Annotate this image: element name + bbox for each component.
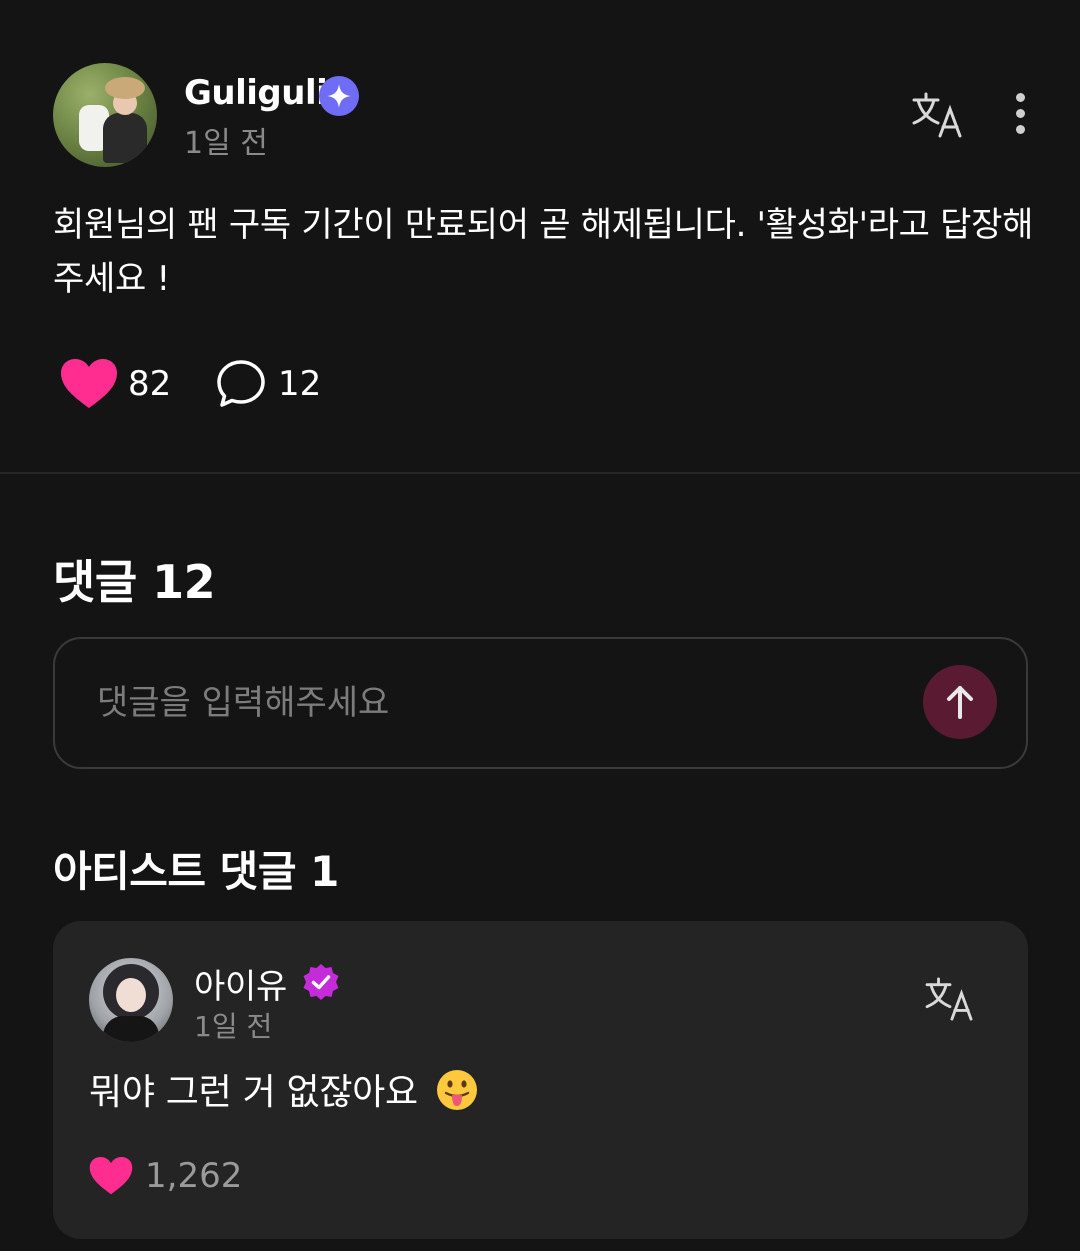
artist-verified-icon — [301, 962, 341, 1002]
heart-icon — [89, 1157, 133, 1195]
heart-icon — [61, 359, 117, 408]
artist-comment-time: 1일 전 — [194, 1010, 273, 1043]
translate-icon[interactable] — [925, 977, 975, 1021]
artist-avatar[interactable] — [89, 958, 173, 1042]
comments-title: 댓글 12 — [53, 555, 216, 609]
artist-comment-card: 아이유 1일 전 뭐야 그런 거 없잖아요 1,262 — [53, 921, 1028, 1239]
like-count: 82 — [128, 364, 172, 404]
artist-comment-body: 뭐야 그런 거 없잖아요 — [89, 1072, 418, 1113]
artist-like-count: 1,262 — [145, 1156, 243, 1196]
send-button[interactable] — [923, 665, 997, 739]
comment-count: 12 — [278, 364, 322, 404]
more-options-icon[interactable] — [1006, 93, 1034, 137]
tongue-out-emoji-icon — [435, 1068, 479, 1112]
comment-input-box[interactable] — [53, 637, 1028, 769]
arrow-up-icon — [947, 686, 973, 719]
artist-like-button[interactable]: 1,262 — [89, 1151, 242, 1201]
artist-name[interactable]: 아이유 — [194, 959, 287, 1008]
section-divider — [0, 472, 1080, 474]
speech-bubble-icon — [217, 360, 265, 407]
like-button[interactable]: 82 — [60, 356, 171, 412]
artist-comments-title: 아티스트 댓글 1 — [53, 847, 339, 896]
comment-input[interactable] — [97, 673, 897, 733]
translate-icon[interactable] — [912, 92, 964, 138]
post-text: 회원님의 팬 구독 기간이 만료되어 곧 해제됩니다. '활성화'라고 답장해 … — [53, 205, 1034, 299]
post-time: 1일 전 — [184, 126, 268, 161]
post: Guliguli 1일 전 회원님의 팬 구독 기간이 만료되어 곧 해제됩니다… — [0, 0, 1080, 472]
author-avatar[interactable] — [53, 63, 157, 167]
comment-button[interactable]: 12 — [214, 356, 321, 412]
artist-comment-text: 뭐야 그런 거 없잖아요 — [89, 1067, 989, 1119]
verified-sparkle-icon — [319, 76, 359, 116]
author-name[interactable]: Guliguli — [184, 73, 328, 113]
